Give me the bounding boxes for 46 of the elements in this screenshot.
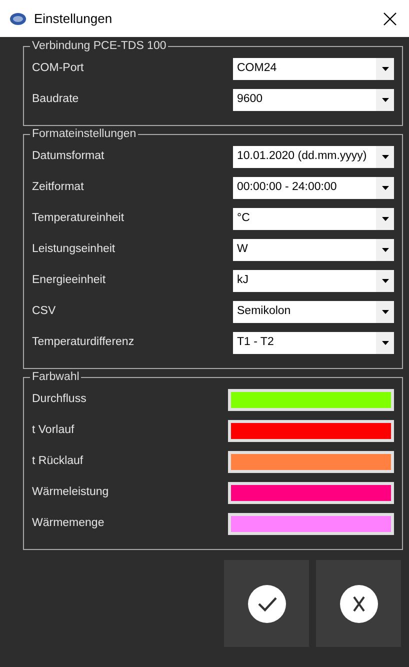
caret-icon xyxy=(382,248,388,252)
close-icon xyxy=(383,12,397,26)
close-icon xyxy=(340,584,378,622)
dropdown[interactable]: 10.01.2020 (dd.mm.yyyy) xyxy=(233,146,394,168)
field-label: Zeitformat xyxy=(32,180,85,195)
field-label: Energieeinheit xyxy=(32,272,107,288)
field-label: Baudrate xyxy=(32,92,80,107)
caret-icon xyxy=(382,310,388,314)
caret-icon xyxy=(382,216,388,220)
dropdown[interactable]: Semikolon xyxy=(233,300,394,322)
cancel-button[interactable] xyxy=(316,560,401,647)
dropdown[interactable]: kJ xyxy=(233,270,394,292)
color-swatch[interactable] xyxy=(228,450,394,472)
dropdown[interactable]: 9600 xyxy=(233,88,394,110)
field-label: CSV xyxy=(32,304,57,319)
caret-icon xyxy=(382,278,388,282)
group-title: Verbindung PCE-TDS 100 xyxy=(30,39,168,54)
field-label: Temperatureinheit xyxy=(32,210,126,226)
color-swatch[interactable] xyxy=(228,512,394,534)
group-title: Formateinstellungen xyxy=(30,127,138,142)
checkmark-icon xyxy=(248,584,286,622)
color-swatch[interactable] xyxy=(228,388,394,410)
field-label: COM-Port xyxy=(32,60,85,76)
field-label: t Rücklauf xyxy=(32,454,84,469)
field-label: Wärmemenge xyxy=(32,516,106,531)
field-label: Wärmeleistung xyxy=(32,484,110,500)
color-swatch[interactable] xyxy=(228,420,394,442)
field-label: Leistungseinheit xyxy=(32,242,116,257)
color-swatch[interactable] xyxy=(228,482,394,504)
field-label: t Vorlauf xyxy=(32,422,76,438)
dropdown[interactable]: T1 - T2 xyxy=(233,332,394,354)
caret-icon xyxy=(382,186,388,190)
confirm-button[interactable] xyxy=(224,560,309,647)
caret-icon xyxy=(382,98,388,102)
dropdown[interactable]: W xyxy=(233,238,394,260)
dropdown[interactable]: COM24 xyxy=(233,58,394,80)
app-logo-icon xyxy=(10,12,26,24)
caret-icon xyxy=(382,154,388,158)
field-label: Durchfluss xyxy=(32,392,88,407)
field-label: Datumsformat xyxy=(32,148,106,164)
caret-icon xyxy=(382,66,388,70)
caret-icon xyxy=(382,340,388,344)
dropdown[interactable]: °C xyxy=(233,208,394,230)
dropdown[interactable]: 00:00:00 - 24:00:00 xyxy=(233,176,394,198)
window-title: Einstellungen xyxy=(34,10,112,28)
field-label: Temperaturdifferenz xyxy=(32,334,136,350)
